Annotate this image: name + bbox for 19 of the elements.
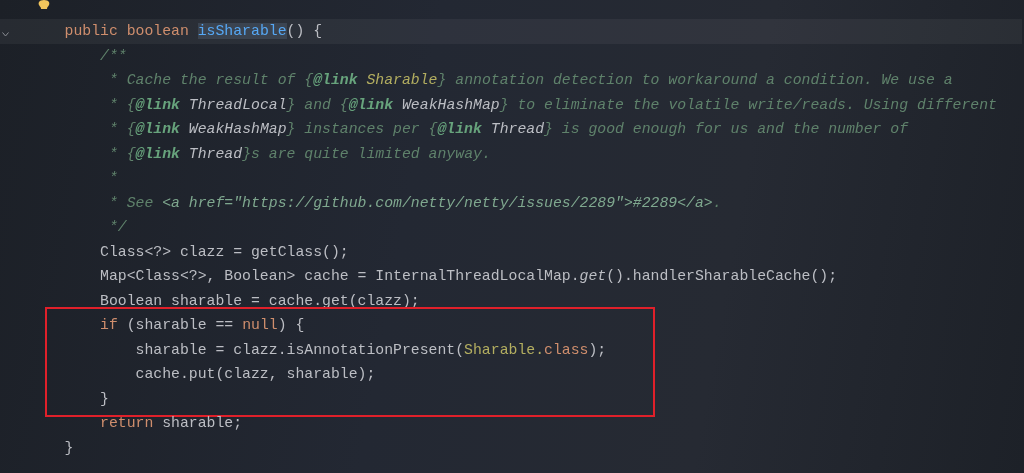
code-line: } [63, 438, 74, 458]
code-line: } [99, 389, 109, 409]
code-line: /** [99, 46, 127, 66]
code-line: */ [107, 218, 127, 237]
code-line: * Cache the result of {@link Sharable} annotation detection to workaround a condition. We use a [107, 71, 953, 90]
code-line: return sharable; [99, 414, 243, 433]
lightbulb-icon[interactable] [37, 0, 51, 10]
code-line: Boolean sharable = cache.get(clazz); [99, 291, 420, 311]
fold-chevron-icon[interactable] [2, 32, 9, 37]
code-line: * {@link Thread}s are quite limited anyway. [107, 144, 491, 164]
code-line: if (sharable == null) { [99, 316, 305, 335]
code-line: cache.put(clazz, sharable); [134, 365, 376, 384]
code-line: * See <a href="https://github.com/netty/netty/issues/2289">#2289</a>. [107, 193, 722, 213]
code-line: Class<?> clazz = getClass(); [99, 242, 349, 262]
code-line: * {@link WeakHashMap} instances per {@link Thread} is good enough for us and the number of [107, 120, 909, 139]
code-line: * {@link ThreadLocal} and {@link WeakHashMap} to eliminate the volatile write/reads. Using different [107, 95, 997, 115]
code-line: Map<Class<?>, Boolean> cache = InternalThreadLocalMap.get().handlerSharableCache(); [99, 267, 838, 286]
code-line: * [107, 169, 118, 188]
code-line: sharable = clazz.isAnnotationPresent(Sharable.class); [134, 340, 607, 360]
